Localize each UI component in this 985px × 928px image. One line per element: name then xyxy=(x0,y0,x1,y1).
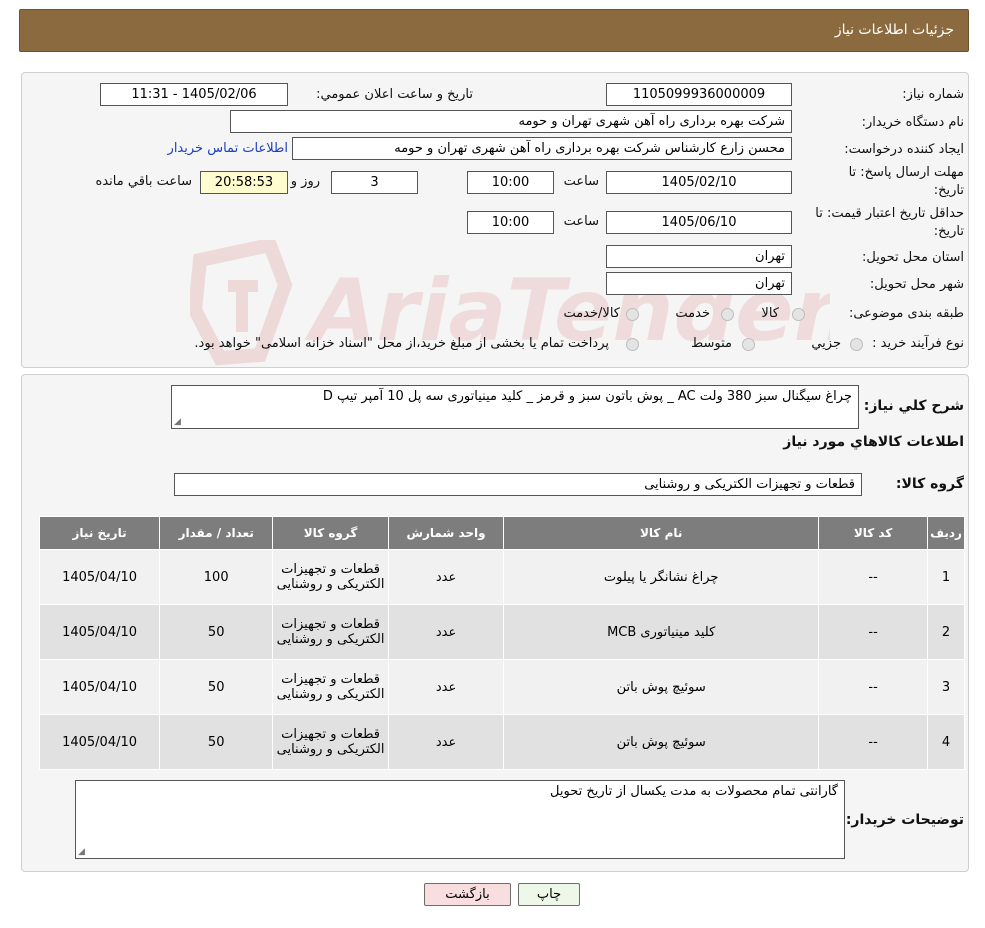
cell-unit: عدد xyxy=(387,714,505,770)
validity-date-field: 1405/06/10 xyxy=(606,211,792,234)
goods-info-title: اطلاعات کالاهاي مورد نياز xyxy=(783,434,964,450)
process-radio-medium[interactable] xyxy=(742,338,755,351)
cell-date: 1405/04/10 xyxy=(38,604,161,660)
need-number-field: 1105099936000009 xyxy=(606,83,792,106)
cell-unit: عدد xyxy=(387,604,505,660)
deadline-time-label: ساعت xyxy=(563,174,599,189)
validity-time-field: 10:00 xyxy=(467,211,554,234)
days-label: روز و xyxy=(290,174,320,189)
category-option-goods: کالا xyxy=(761,306,779,321)
col-header-unit: واحد شمارش xyxy=(387,516,505,550)
page-title: جزئیات اطلاعات نیاز xyxy=(834,22,954,38)
cell-code: -- xyxy=(818,659,929,715)
need-number-label: شماره نیاز: xyxy=(902,87,964,102)
buyer-org-field: شرکت بهره برداری راه آهن شهری تهران و حو… xyxy=(230,110,792,133)
table-header-row: رديف کد کالا نام کالا واحد شمارش گروه کا… xyxy=(38,516,965,550)
buyer-contact-link[interactable]: اطلاعات تماس خريدار xyxy=(168,141,288,156)
table-row: 3 -- سوئیچ پوش باتن عدد قطعات و تجهیزات … xyxy=(38,659,965,715)
summary-label: شرح کلي نياز: xyxy=(863,398,964,414)
cell-group: قطعات و تجهیزات الکتریکی و روشنایی xyxy=(272,659,389,715)
province-field: تهران xyxy=(606,245,792,268)
goods-group-field: قطعات و تجهیزات الکتریکی و روشنایی xyxy=(174,473,862,496)
cell-group: قطعات و تجهیزات الکتریکی و روشنایی xyxy=(272,604,389,660)
process-checkbox-treasury[interactable] xyxy=(626,338,639,351)
table-row: 1 -- چراغ نشانگر یا پیلوت عدد قطعات و تج… xyxy=(38,549,965,605)
category-option-goods-service: کالا/خدمت xyxy=(563,306,620,321)
validity-label: حداقل تاريخ اعتبار قيمت: تا xyxy=(815,206,964,221)
cell-index: 3 xyxy=(927,659,965,715)
page-header: جزئیات اطلاعات نیاز xyxy=(19,9,969,52)
process-label: نوع فرآيند خريد : xyxy=(872,336,964,351)
category-radio-service[interactable] xyxy=(721,308,734,321)
cell-code: -- xyxy=(818,549,929,605)
col-header-date: تاريخ نياز xyxy=(38,516,161,550)
cell-index: 2 xyxy=(927,604,965,660)
category-option-service: خدمت xyxy=(675,306,710,321)
deadline-date-field: 1405/02/10 xyxy=(606,171,792,194)
cell-date: 1405/04/10 xyxy=(38,714,161,770)
cell-qty: 50 xyxy=(159,714,274,770)
remaining-label: ساعت باقي مانده xyxy=(95,174,192,189)
cell-index: 4 xyxy=(927,714,965,770)
city-field: تهران xyxy=(606,272,792,295)
cell-unit: عدد xyxy=(387,659,505,715)
process-radio-minor[interactable] xyxy=(850,338,863,351)
deadline-time-field: 10:00 xyxy=(467,171,554,194)
summary-text: چراغ سیگنال سبز 380 ولت AC _ پوش باتون س… xyxy=(322,389,852,404)
col-header-qty: تعداد / مقدار xyxy=(159,516,274,550)
buyer-notes-text: گارانتی تمام محصولات به مدت یکسال از تار… xyxy=(550,784,838,799)
col-header-name: نام کالا xyxy=(503,516,820,550)
cell-name: سوئیچ پوش باتن xyxy=(503,659,820,715)
remaining-time-field: 20:58:53 xyxy=(200,171,288,194)
resize-grip-icon[interactable]: ◢ xyxy=(78,847,85,857)
deadline-label-date: تاريخ: xyxy=(933,183,964,198)
process-note: پرداخت تمام يا بخشی از مبلغ خريد،از محل … xyxy=(194,336,609,351)
creator-label: ايجاد کننده درخواست: xyxy=(844,142,964,157)
process-option-minor: جزيي xyxy=(811,336,841,351)
table-row: 4 -- سوئیچ پوش باتن عدد قطعات و تجهیزات … xyxy=(38,714,965,770)
cell-code: -- xyxy=(818,604,929,660)
cell-name: چراغ نشانگر یا پیلوت xyxy=(503,549,820,605)
buyer-notes-label: توضيحات خريدار: xyxy=(845,812,964,828)
category-radio-goods[interactable] xyxy=(792,308,805,321)
col-header-row: رديف xyxy=(927,516,965,550)
items-table: رديف کد کالا نام کالا واحد شمارش گروه کا… xyxy=(38,516,965,770)
validity-label-date: تاريخ: xyxy=(933,224,964,239)
cell-name: کلید مینیاتوری MCB xyxy=(503,604,820,660)
cell-qty: 50 xyxy=(159,604,274,660)
cell-code: -- xyxy=(818,714,929,770)
days-field: 3 xyxy=(331,171,418,194)
announce-label: تاريخ و ساعت اعلان عمومي: xyxy=(316,87,473,102)
cell-name: سوئیچ پوش باتن xyxy=(503,714,820,770)
col-header-code: کد کالا xyxy=(818,516,929,550)
cell-unit: عدد xyxy=(387,549,505,605)
buyer-org-label: نام دستگاه خريدار: xyxy=(861,115,964,130)
col-header-group: گروه کالا xyxy=(272,516,389,550)
resize-grip-icon[interactable]: ◢ xyxy=(174,417,181,427)
creator-field: محسن زارع کارشناس شرکت بهره برداری راه آ… xyxy=(292,137,792,160)
table-row: 2 -- کلید مینیاتوری MCB عدد قطعات و تجهی… xyxy=(38,604,965,660)
process-option-medium: متوسط xyxy=(691,336,732,351)
category-label: طبقه بندی موضوعی: xyxy=(848,306,964,321)
validity-time-label: ساعت xyxy=(563,214,599,229)
category-radio-goods-service[interactable] xyxy=(626,308,639,321)
goods-group-label: گروه کالا: xyxy=(895,476,964,492)
province-label: استان محل تحويل: xyxy=(862,250,964,265)
city-label: شهر محل تحويل: xyxy=(869,277,964,292)
cell-group: قطعات و تجهیزات الکتریکی و روشنایی xyxy=(272,714,389,770)
back-button[interactable]: بازگشت xyxy=(424,883,511,906)
cell-qty: 100 xyxy=(159,549,274,605)
cell-index: 1 xyxy=(927,549,965,605)
print-button[interactable]: چاپ xyxy=(518,883,580,906)
deadline-label: مهلت ارسال پاسخ: تا xyxy=(848,165,964,180)
buyer-notes-textarea: گارانتی تمام محصولات به مدت یکسال از تار… xyxy=(75,780,845,859)
cell-qty: 50 xyxy=(159,659,274,715)
cell-date: 1405/04/10 xyxy=(38,549,161,605)
cell-date: 1405/04/10 xyxy=(38,659,161,715)
summary-textarea: چراغ سیگنال سبز 380 ولت AC _ پوش باتون س… xyxy=(171,385,859,429)
cell-group: قطعات و تجهیزات الکتریکی و روشنایی xyxy=(272,549,389,605)
announce-field: 1405/02/06 - 11:31 xyxy=(100,83,288,106)
